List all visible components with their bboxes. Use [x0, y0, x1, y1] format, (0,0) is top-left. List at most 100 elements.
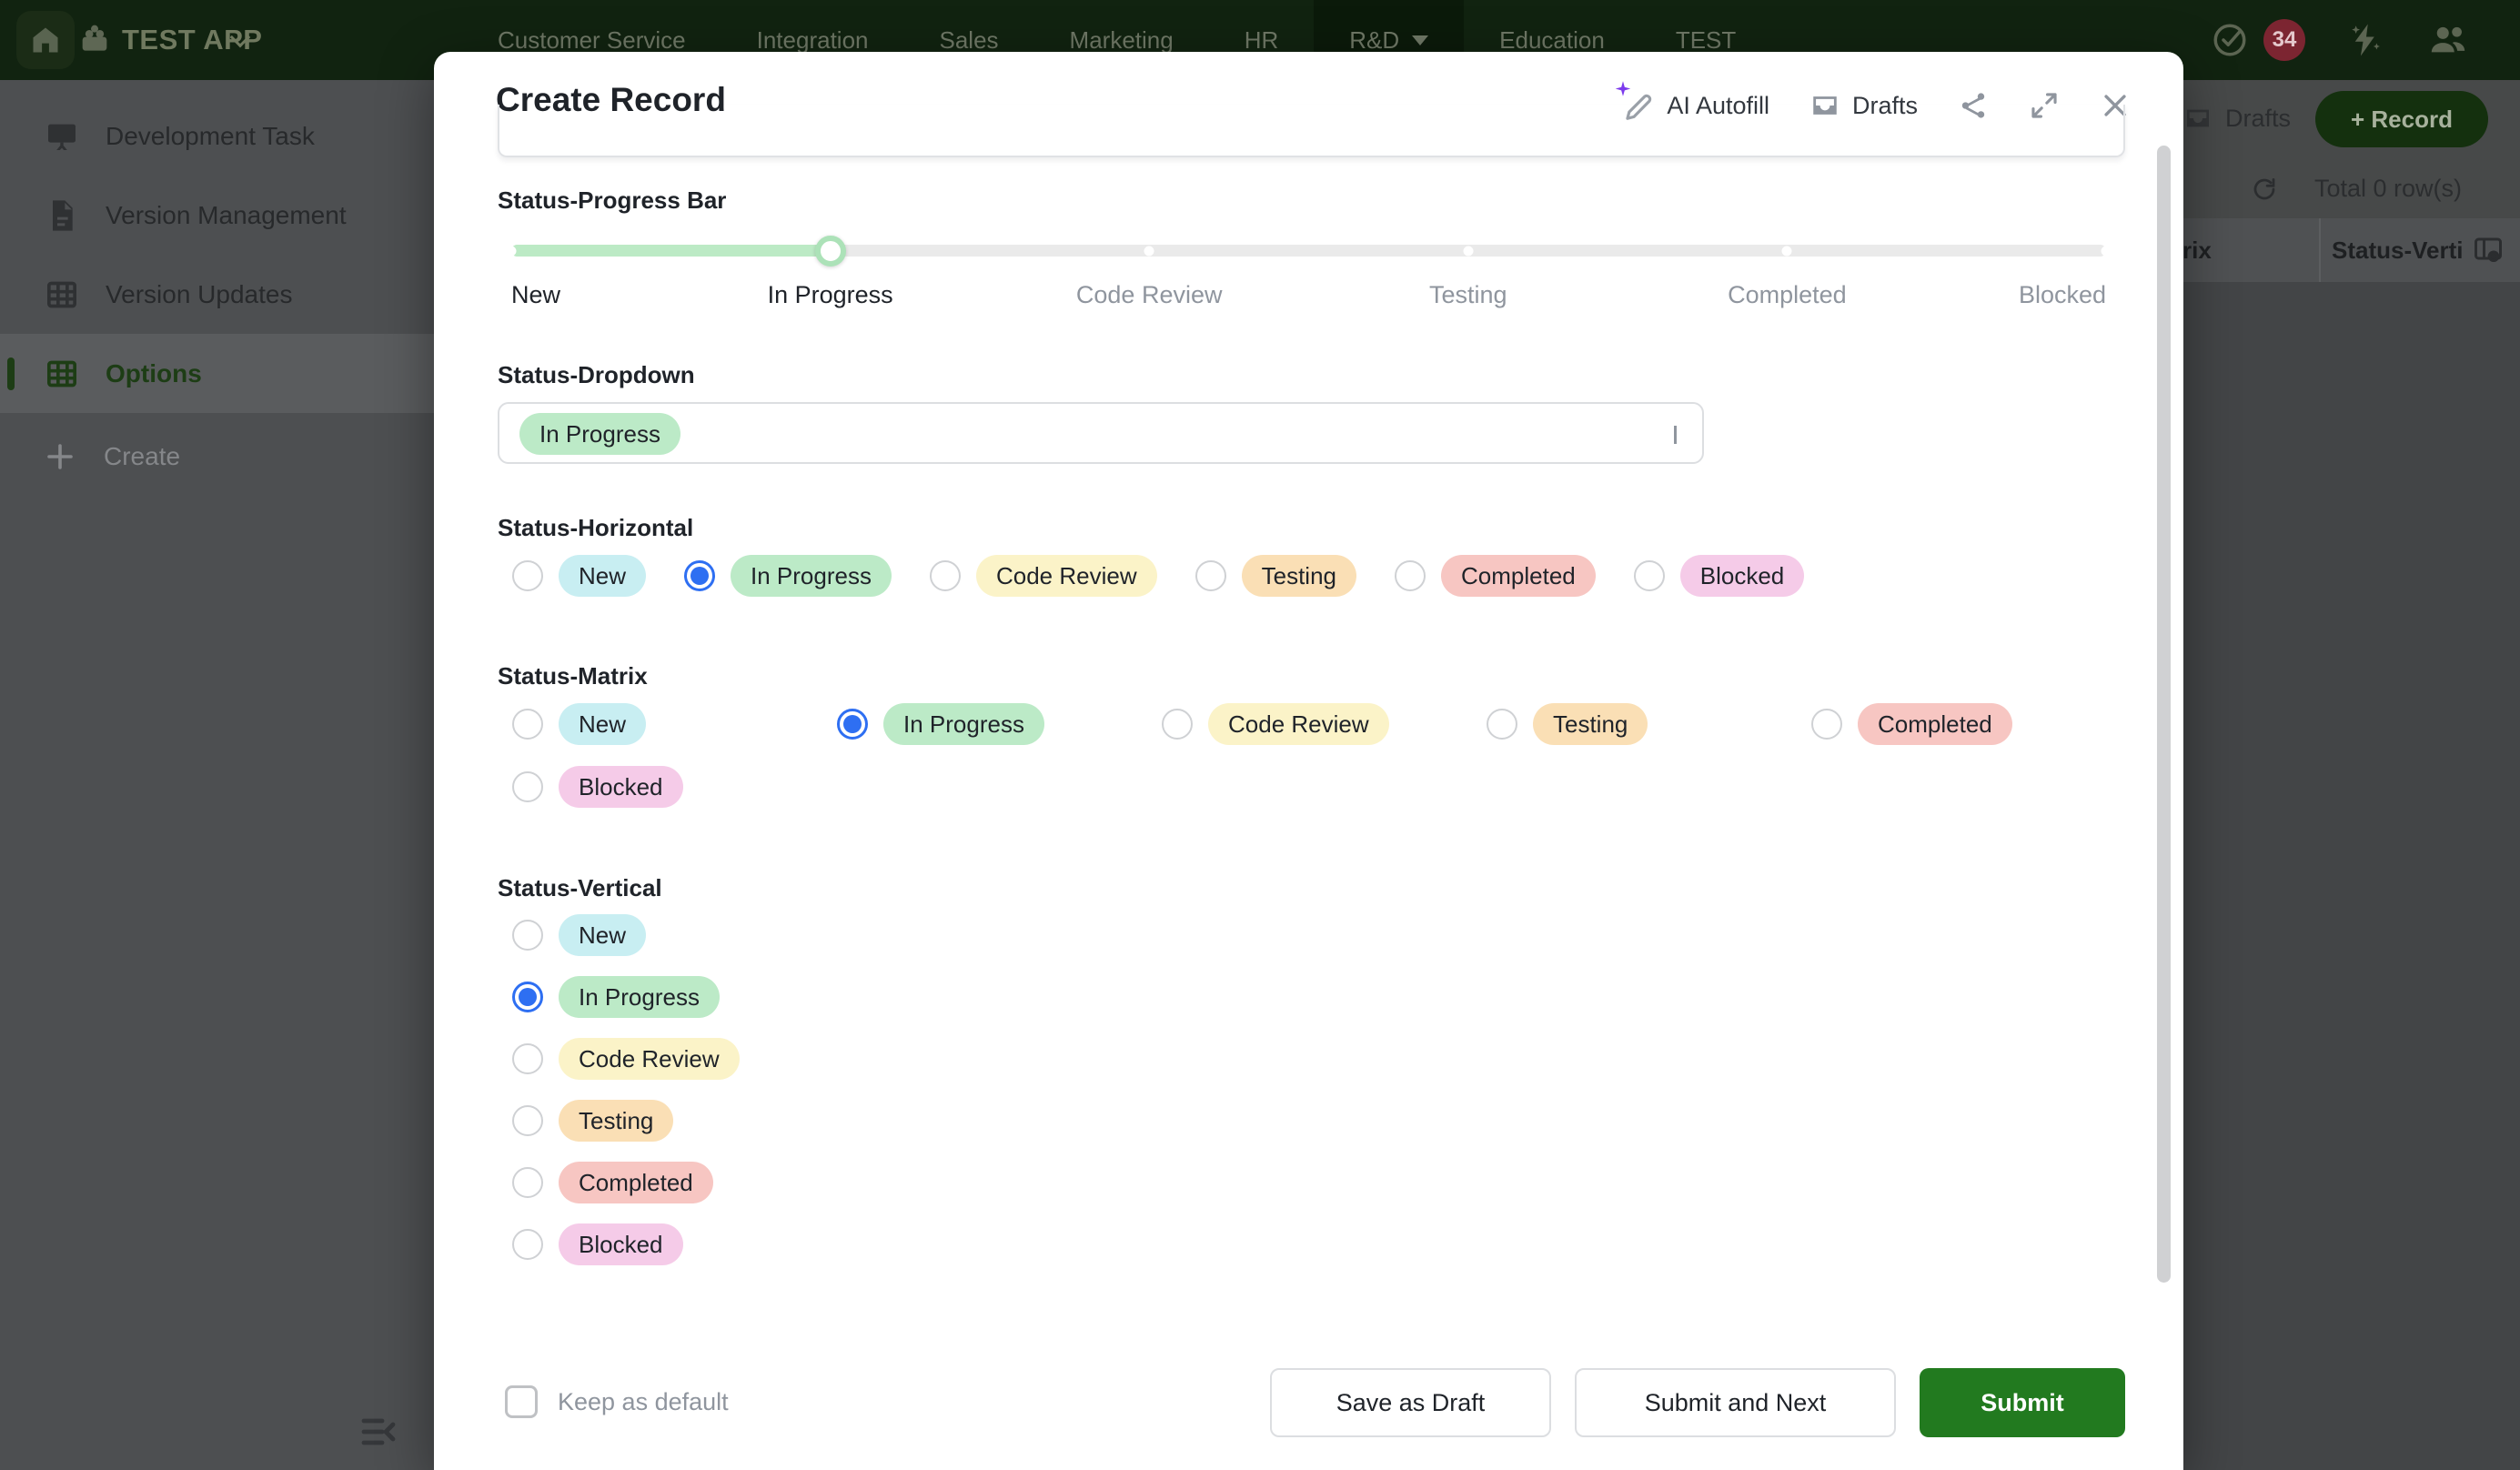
status-option-code-review[interactable]: Code Review	[930, 555, 1157, 597]
radio-unselected[interactable]	[512, 560, 543, 591]
selected-status-pill: In Progress	[519, 413, 680, 455]
status-option-new[interactable]: New	[512, 914, 740, 956]
radio-selected[interactable]	[512, 982, 543, 1012]
status-option-testing[interactable]: Testing	[1487, 703, 1811, 745]
status-dropdown-select[interactable]: In Progress	[498, 402, 1704, 464]
status-option-completed[interactable]: Completed	[1811, 703, 2136, 745]
sidebar-create-button[interactable]: Create	[0, 417, 434, 497]
radio-unselected[interactable]	[1811, 709, 1842, 740]
sidebar-item-version-management[interactable]: Version Management	[0, 176, 434, 255]
status-pill: Completed	[1858, 703, 2012, 745]
progress-bar-stop[interactable]	[1463, 246, 1473, 256]
status-option-completed[interactable]: Completed	[512, 1162, 740, 1203]
refresh-icon[interactable]	[2251, 176, 2278, 203]
radio-unselected[interactable]	[512, 1043, 543, 1074]
radio-unselected[interactable]	[1162, 709, 1193, 740]
progress-bar-stop[interactable]	[1144, 246, 1154, 256]
status-option-blocked[interactable]: Blocked	[512, 766, 837, 808]
progress-bar-handle[interactable]	[815, 236, 846, 267]
column-header-vertical[interactable]: Status-Verti	[2332, 218, 2464, 282]
radio-unselected[interactable]	[512, 1229, 543, 1260]
members-icon[interactable]	[2427, 19, 2469, 61]
status-option-completed[interactable]: Completed	[1395, 555, 1596, 597]
status-option-blocked[interactable]: Blocked	[1634, 555, 1805, 597]
nav-tab-label: Sales	[940, 26, 999, 55]
screen: TEST APP Customer ServiceIntegrationSale…	[0, 0, 2520, 1470]
board-icon	[44, 118, 80, 155]
radio-selected[interactable]	[837, 709, 868, 740]
status-option-blocked[interactable]: Blocked	[512, 1223, 740, 1265]
radio-unselected[interactable]	[512, 920, 543, 951]
home-button[interactable]	[16, 11, 75, 69]
status-pill: Testing	[559, 1100, 673, 1142]
sidebar-item-options[interactable]: Options	[0, 334, 434, 413]
status-option-new[interactable]: New	[512, 555, 646, 597]
progress-bar-stop[interactable]	[2102, 246, 2112, 256]
tasks-check-icon[interactable]	[2211, 21, 2249, 59]
nav-tab-label: Integration	[757, 26, 869, 55]
status-option-in-progress[interactable]: In Progress	[512, 976, 740, 1018]
sidebar-create-label: Create	[104, 442, 180, 471]
radio-unselected[interactable]	[512, 1105, 543, 1136]
sidebar-item-version-updates[interactable]: Version Updates	[0, 255, 434, 334]
radio-selected[interactable]	[684, 560, 715, 591]
column-divider	[2319, 218, 2321, 282]
drafts-tray-icon	[2183, 104, 2213, 133]
automation-bolt-icon[interactable]	[2347, 21, 2385, 59]
table-icon	[44, 356, 80, 392]
progress-stage-label: Blocked	[2019, 281, 2106, 309]
status-option-new[interactable]: New	[512, 703, 837, 745]
progress-bar-stop[interactable]	[1782, 246, 1792, 256]
status-option-in-progress[interactable]: In Progress	[684, 555, 892, 597]
status-pill: Testing	[1533, 703, 1648, 745]
field-label-progress: Status-Progress Bar	[498, 186, 726, 215]
drafts-toolbar-button[interactable]: Drafts	[2183, 104, 2291, 133]
keep-as-default-label: Keep as default	[558, 1388, 729, 1416]
status-option-code-review[interactable]: Code Review	[1162, 703, 1487, 745]
sidebar-item-label: Version Management	[106, 201, 347, 230]
sidebar-item-development-task[interactable]: Development Task	[0, 96, 434, 176]
status-pill: Testing	[1242, 555, 1356, 597]
status-pill: Completed	[559, 1162, 713, 1203]
nav-tab-label: TEST	[1676, 26, 1736, 55]
drafts-toolbar-label: Drafts	[2225, 105, 2291, 133]
status-option-code-review[interactable]: Code Review	[512, 1038, 740, 1080]
modal-footer: Keep as default Save as Draft Submit and…	[434, 1368, 2183, 1437]
hide-fields-icon[interactable]	[2472, 234, 2505, 267]
field-label-vertical: Status-Vertical	[498, 874, 662, 902]
radio-unselected[interactable]	[1395, 560, 1426, 591]
radio-unselected[interactable]	[512, 709, 543, 740]
status-option-testing[interactable]: Testing	[1195, 555, 1356, 597]
radio-unselected[interactable]	[1195, 560, 1226, 591]
radio-unselected[interactable]	[512, 1167, 543, 1198]
field-label-dropdown: Status-Dropdown	[498, 361, 695, 389]
status-option-testing[interactable]: Testing	[512, 1100, 740, 1142]
collapse-sidebar-icon[interactable]	[357, 1410, 400, 1454]
status-pill: Completed	[1441, 555, 1596, 597]
status-option-in-progress[interactable]: In Progress	[837, 703, 1162, 745]
save-as-draft-button[interactable]: Save as Draft	[1270, 1368, 1551, 1437]
nav-tab-label: Education	[1499, 26, 1605, 55]
add-record-button[interactable]: + Record	[2315, 91, 2488, 147]
progress-bar-track[interactable]	[511, 245, 2106, 257]
submit-button[interactable]: Submit	[1920, 1368, 2125, 1437]
row-count-bar: Total 0 row(s)	[2251, 175, 2462, 203]
keep-as-default-checkbox[interactable]	[505, 1385, 538, 1418]
keep-as-default-control: Keep as default	[505, 1385, 729, 1418]
radio-unselected[interactable]	[930, 560, 961, 591]
total-rows-text: Total 0 row(s)	[2314, 175, 2462, 203]
notification-badge[interactable]: 34	[2263, 19, 2305, 61]
radio-unselected[interactable]	[1487, 709, 1517, 740]
status-pill: Code Review	[976, 555, 1157, 597]
nav-tab-label: HR	[1245, 26, 1279, 55]
progress-bar-fill	[511, 245, 831, 257]
radio-unselected[interactable]	[512, 771, 543, 802]
modal-scrollbar-thumb[interactable]	[2157, 146, 2171, 1283]
ai-sparkle-icon	[1613, 79, 1633, 99]
submit-and-next-button[interactable]: Submit and Next	[1575, 1368, 1896, 1437]
app-logo-icon	[76, 22, 113, 58]
progress-bar-stop[interactable]	[507, 246, 517, 256]
scrolled-field-partial[interactable]	[498, 105, 2125, 157]
column-header-matrix[interactable]: rix	[2182, 218, 2212, 282]
radio-unselected[interactable]	[1634, 560, 1665, 591]
